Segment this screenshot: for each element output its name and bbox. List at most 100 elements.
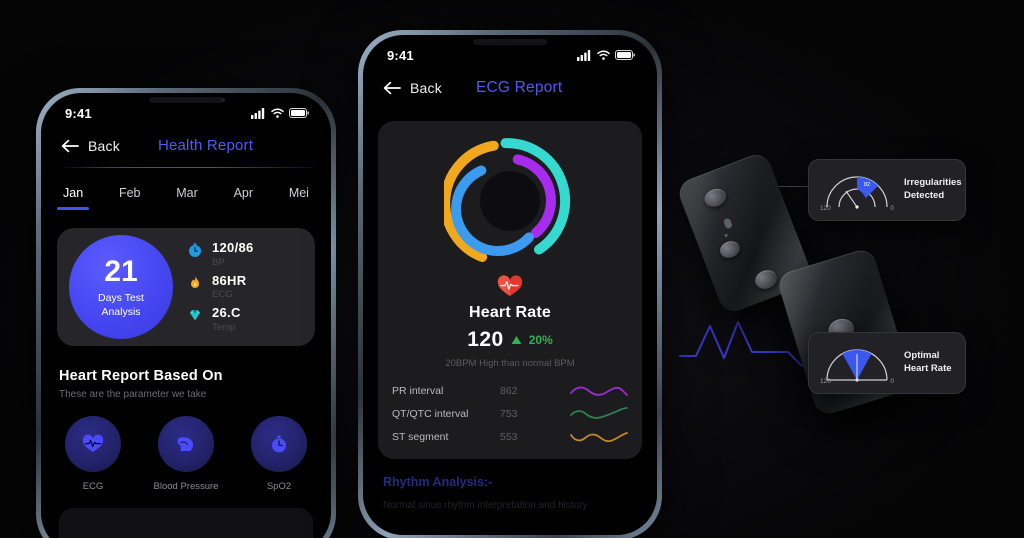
heart-rate-value-row: 120 20% — [392, 328, 628, 352]
parameter-spo2[interactable]: SpO2 — [250, 416, 307, 492]
days-test-circle: 21 Days Test Analysis — [69, 235, 173, 339]
status-bar: 9:41 — [363, 35, 657, 65]
triangle-up-icon — [511, 336, 522, 344]
flame-icon — [191, 276, 199, 288]
heart-rate-value: 120 — [467, 328, 504, 351]
parameter-bubble — [65, 416, 121, 472]
metric-value: 26.C — [212, 305, 241, 321]
tab-jan[interactable]: Jan — [56, 184, 90, 210]
arm-flex-icon — [177, 437, 194, 451]
heart-report-section: Heart Report Based On These are the para… — [41, 346, 331, 492]
tab-feb[interactable]: Feb — [119, 184, 141, 210]
metric-value: 120/86 — [212, 239, 254, 255]
tab-apr[interactable]: Apr — [234, 184, 253, 210]
section-subtitle: These are the parameter we take — [59, 389, 207, 400]
gauge-value-label: 82 — [864, 182, 870, 188]
back-button[interactable]: Back — [383, 80, 442, 96]
status-icons — [577, 49, 635, 61]
interval-name: ST segment — [392, 431, 449, 443]
metric-label: BP — [212, 256, 225, 268]
signal-bars-icon — [251, 107, 265, 119]
interval-row-pr: PR interval 862 — [392, 383, 628, 399]
phone-screen-ecg: 9:41 Back ECG Report Heart Rate 120 20% … — [363, 35, 657, 535]
stopwatch-icon — [271, 435, 286, 453]
status-time: 9:41 — [387, 47, 414, 63]
back-label: Back — [88, 137, 120, 154]
page-title: Health Report — [157, 137, 254, 154]
tooltip-line-1: Irregularities — [904, 177, 962, 189]
phone-screen-health: 9:41 Back Health Report Jan Feb Mar Apr … — [41, 93, 331, 538]
back-button[interactable]: Back — [61, 138, 120, 154]
heart-rate-card: Heart Rate 120 20% 20BPM High than norma… — [378, 121, 642, 459]
gauge-max-label: 0 — [890, 205, 894, 212]
days-label-line2: Analysis — [101, 305, 141, 318]
parameter-label: Blood Pressure — [153, 481, 219, 492]
gauge-irregularities: 82 120 0 — [820, 169, 894, 212]
metric-label: Temp — [212, 322, 236, 334]
signal-bars-icon — [577, 49, 591, 61]
arrow-left-icon — [61, 139, 79, 152]
interval-list: PR interval 862 QT/QTC interval 753 ST s… — [392, 383, 628, 445]
interval-value: 753 — [500, 408, 518, 420]
tab-label: Jan — [63, 186, 84, 200]
parameter-blood-pressure[interactable]: Blood Pressure — [153, 416, 219, 492]
interval-value: 862 — [500, 385, 518, 397]
nav-header: Back Health Report — [41, 123, 331, 164]
rhythm-analysis-section: Rhythm Analysis:- Normal sinus rhythm in… — [363, 459, 657, 513]
scene-root: 82 120 0 Irregularities Detected 120 0 O… — [0, 0, 1024, 538]
tooltip-text: Irregularities Detected — [904, 177, 962, 203]
gauge-min-label: 120 — [820, 378, 831, 385]
phone-health-report: 9:41 Back Health Report Jan Feb Mar Apr … — [36, 88, 336, 538]
tooltip-text: Optimal Heart Rate — [904, 350, 952, 376]
rhythm-title: Rhythm Analysis:- — [383, 475, 493, 489]
gem-icon — [190, 310, 200, 321]
heart-rate-delta: 20% — [528, 333, 553, 347]
parameter-list: ECG Blood Pressure SpO2 — [59, 400, 313, 492]
interval-value: 553 — [500, 431, 518, 443]
rhythm-body: Normal sinus rhythm interpretation and h… — [383, 500, 588, 511]
section-title: Heart Report Based On — [59, 368, 223, 384]
tab-label: Apr — [233, 186, 254, 200]
heart-rate-note: 20BPM High than normal BPM — [445, 358, 575, 369]
heart-pulse-icon — [497, 275, 523, 296]
gauge-optimal: 120 0 — [820, 342, 894, 385]
interval-name: QT/QTC interval — [392, 408, 469, 420]
interval-name: PR interval — [392, 385, 444, 397]
metric-label: ECG — [212, 289, 233, 301]
battery-full-icon — [615, 50, 635, 60]
wifi-icon — [271, 108, 284, 118]
interval-row-st: ST segment 553 — [392, 429, 628, 445]
next-card-preview[interactable] — [59, 508, 313, 538]
tab-label: Mar — [176, 186, 198, 200]
days-label-line1: Days Test — [98, 291, 144, 304]
interval-sparkline — [544, 429, 628, 445]
back-label: Back — [410, 80, 442, 96]
parameter-ecg[interactable]: ECG — [65, 416, 121, 492]
month-tabs: Jan Feb Mar Apr Mei — [41, 168, 331, 210]
page-title: ECG Report — [475, 79, 563, 96]
battery-full-icon — [289, 108, 309, 118]
tab-mei[interactable]: Mei — [289, 184, 309, 210]
days-count: 21 — [104, 254, 138, 288]
interval-row-qt: QT/QTC interval 753 — [392, 406, 628, 422]
wifi-icon — [597, 50, 610, 60]
parameter-bubble — [157, 416, 214, 472]
tooltip-line-1: Optimal — [904, 350, 940, 362]
metric-value: 86HR — [212, 272, 247, 288]
nav-header: Back ECG Report — [363, 65, 657, 107]
tab-label: Feb — [118, 186, 141, 200]
tooltip-optimal-heart-rate: 120 0 Optimal Heart Rate — [808, 332, 966, 394]
heartbeat-icon — [82, 434, 104, 452]
phone-ecg-report: 9:41 Back ECG Report Heart Rate 120 20% … — [358, 30, 662, 538]
status-bar: 9:41 — [41, 93, 331, 123]
parameter-label: ECG — [82, 481, 104, 492]
interval-sparkline — [544, 383, 628, 399]
status-time: 9:41 — [65, 105, 92, 121]
heart-rate-title: Heart Rate — [468, 304, 552, 321]
metric-row-bp: 120/86 BP — [187, 239, 303, 268]
parameter-label: SpO2 — [266, 481, 292, 492]
tab-mar[interactable]: Mar — [176, 184, 198, 210]
interval-sparkline — [544, 406, 628, 422]
metric-row-ecg: 86HR ECG — [187, 272, 303, 301]
parameter-bubble — [250, 416, 307, 472]
